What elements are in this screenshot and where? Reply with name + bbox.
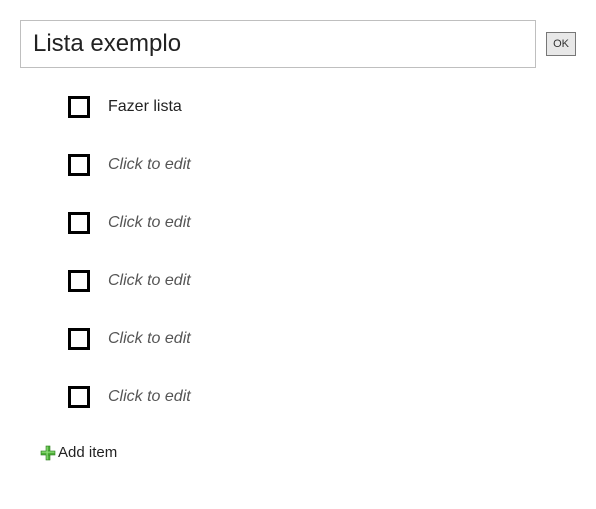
- add-item-label: Add item: [58, 444, 117, 461]
- checkbox[interactable]: [68, 96, 90, 118]
- list-item: Click to edit: [68, 328, 576, 350]
- item-label[interactable]: Click to edit: [108, 272, 191, 290]
- item-label[interactable]: Click to edit: [108, 214, 191, 232]
- add-item-button[interactable]: Add item: [20, 444, 576, 461]
- item-label[interactable]: Click to edit: [108, 156, 191, 174]
- list-item: Click to edit: [68, 212, 576, 234]
- checkbox[interactable]: [68, 328, 90, 350]
- list-title-input[interactable]: [20, 20, 536, 68]
- list-item: Fazer lista: [68, 96, 576, 118]
- header-row: OK: [20, 20, 576, 68]
- ok-button[interactable]: OK: [546, 32, 576, 56]
- item-label[interactable]: Click to edit: [108, 330, 191, 348]
- checkbox[interactable]: [68, 154, 90, 176]
- item-label[interactable]: Click to edit: [108, 388, 191, 406]
- checkbox[interactable]: [68, 386, 90, 408]
- list-item: Click to edit: [68, 386, 576, 408]
- checkbox[interactable]: [68, 212, 90, 234]
- plus-icon: [40, 445, 56, 461]
- list-item: Click to edit: [68, 154, 576, 176]
- checkbox[interactable]: [68, 270, 90, 292]
- item-label[interactable]: Fazer lista: [108, 98, 182, 116]
- items-list: Fazer lista Click to edit Click to edit …: [20, 96, 576, 408]
- list-item: Click to edit: [68, 270, 576, 292]
